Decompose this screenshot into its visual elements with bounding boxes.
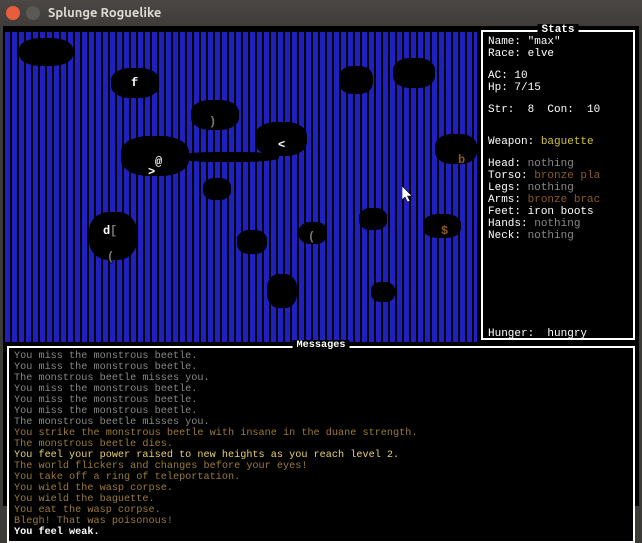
map-dark-patch (393, 58, 435, 88)
message-line: You miss the monstrous beetle. (14, 362, 628, 373)
message-line: You miss the monstrous beetle. (14, 395, 628, 406)
map-glyph: f (131, 77, 138, 89)
message-line: You wield the baguette. (14, 494, 628, 505)
map-dark-patch (19, 38, 73, 66)
message-line: You feel weak. (14, 527, 628, 538)
window-close-button[interactable] (6, 6, 20, 20)
map-glyph: $ (441, 225, 448, 237)
map-glyph: b (458, 154, 465, 166)
map-dark-patch (435, 134, 477, 164)
message-line: You strike the monstrous beetle with ins… (14, 428, 628, 439)
window-minimize-button[interactable] (26, 6, 40, 20)
map-glyph: ( (308, 231, 315, 243)
stat-ac: AC: 10 (488, 70, 628, 82)
map-dark-patch (359, 208, 387, 230)
window-titlebar: Splunge Roguelike (0, 0, 642, 26)
message-list: You miss the monstrous beetle.You miss t… (14, 351, 628, 538)
stat-race: Race: elve (488, 48, 628, 60)
map-dark-patch (179, 152, 279, 162)
message-line: You miss the monstrous beetle. (14, 384, 628, 395)
stat-hunger: Hunger: hungry (488, 328, 628, 340)
stat-neck: Neck: nothing (488, 230, 628, 242)
map-glyph: @ (155, 156, 162, 168)
map-glyph: ( (107, 251, 114, 263)
message-line: You take off a ring of teleportation. (14, 472, 628, 483)
map-dark-patch (371, 282, 395, 302)
messages-panel: Messages You miss the monstrous beetle.Y… (7, 346, 635, 543)
stat-feet: Feet: iron boots (488, 206, 628, 218)
stats-panel-label: Stats (537, 24, 578, 36)
messages-panel-label: Messages (293, 340, 350, 351)
message-line: Blegh! That was poisonous! (14, 516, 628, 527)
game-viewport: f)<@>bd[(($ Stats Name: "max" Race: elve… (3, 26, 639, 506)
message-line: The monstrous beetle misses you. (14, 373, 628, 384)
message-line: The monstrous beetle misses you. (14, 417, 628, 428)
map-dark-patch (267, 274, 297, 308)
message-line: You miss the monstrous beetle. (14, 406, 628, 417)
window-title: Splunge Roguelike (48, 6, 161, 20)
stat-str-con: Str: 8 Con: 10 (488, 104, 628, 116)
stat-legs: Legs: nothing (488, 182, 628, 194)
message-line: You eat the wasp corpse. (14, 505, 628, 516)
map-glyph: [ (110, 225, 117, 237)
map-dark-patch (203, 178, 231, 200)
stat-head: Head: nothing (488, 158, 628, 170)
stat-torso: Torso: bronze pla (488, 170, 628, 182)
message-line: The monstrous beetle dies. (14, 439, 628, 450)
window-controls (6, 6, 40, 20)
map-dark-patch (237, 230, 267, 254)
stat-hands: Hands: nothing (488, 218, 628, 230)
map-glyph: > (148, 166, 155, 178)
stat-hp: Hp: 7/15 (488, 82, 628, 94)
dungeon-map[interactable]: f)<@>bd[(($ (3, 26, 479, 344)
stat-weapon: Weapon: baguette (488, 136, 628, 148)
stats-panel: Stats Name: "max" Race: elve AC: 10 Hp: … (481, 30, 635, 340)
message-line: You feel your power raised to new height… (14, 450, 628, 461)
message-line: You wield the wasp corpse. (14, 483, 628, 494)
map-glyph: ) (209, 116, 216, 128)
message-line: You miss the monstrous beetle. (14, 351, 628, 362)
map-glyph: < (278, 139, 285, 151)
map-dark-patch (339, 66, 373, 94)
stat-arms: Arms: bronze brac (488, 194, 628, 206)
message-line: The world flickers and changes before yo… (14, 461, 628, 472)
stat-name: Name: "max" (488, 36, 628, 48)
